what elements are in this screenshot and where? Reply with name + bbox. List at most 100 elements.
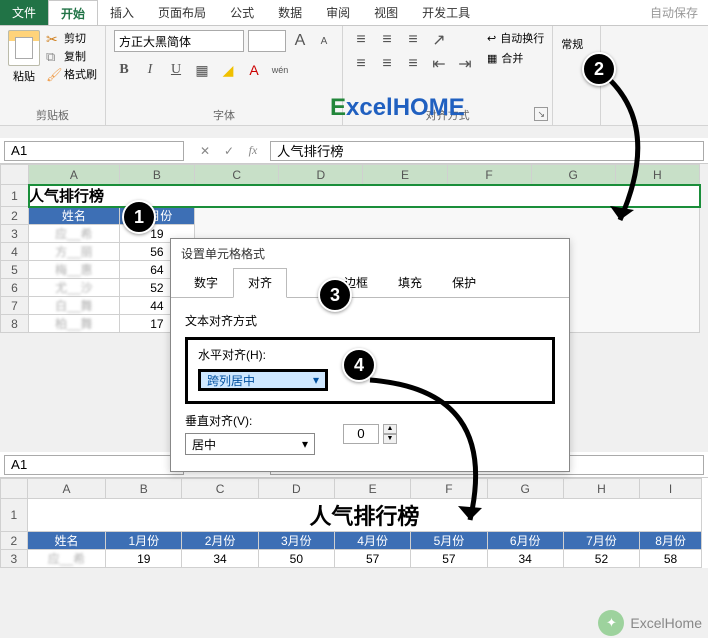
bold-button[interactable]: B: [114, 60, 134, 80]
col2-d[interactable]: D: [258, 479, 334, 499]
tab-file[interactable]: 文件: [0, 0, 48, 25]
col2-g[interactable]: G: [487, 479, 563, 499]
r3c3[interactable]: 50: [258, 550, 334, 568]
cell-a5[interactable]: 梅__惠: [29, 261, 120, 279]
tab-number[interactable]: 数字: [179, 268, 233, 297]
cell-a8[interactable]: 柏__舞: [29, 315, 120, 333]
row-header-3[interactable]: 3: [1, 225, 29, 243]
alignment-dialog-launcher[interactable]: ↘: [534, 107, 548, 121]
phonetic-button[interactable]: wén: [270, 60, 290, 80]
r3c7[interactable]: 52: [563, 550, 639, 568]
align-center-icon[interactable]: ≡: [377, 54, 397, 74]
row2-3[interactable]: 3: [1, 550, 28, 568]
indent-input[interactable]: [343, 424, 379, 444]
col-header-d[interactable]: D: [279, 165, 363, 185]
tab-page-layout[interactable]: 页面布局: [146, 0, 218, 25]
cell-a2[interactable]: 姓名: [29, 207, 120, 225]
tab-data[interactable]: 数据: [266, 0, 314, 25]
r3c0[interactable]: 应__希: [27, 550, 105, 568]
r2h8[interactable]: 8月份: [640, 532, 702, 550]
row2-2[interactable]: 2: [1, 532, 28, 550]
cell-a4[interactable]: 方__丽: [29, 243, 120, 261]
orientation-icon[interactable]: ↗: [429, 30, 449, 50]
col2-i[interactable]: I: [640, 479, 702, 499]
col-header-b[interactable]: B: [119, 165, 195, 185]
r3c4[interactable]: 57: [334, 550, 410, 568]
wrap-text-button[interactable]: ↩自动换行: [487, 30, 544, 46]
r2h5[interactable]: 5月份: [411, 532, 487, 550]
tab-view[interactable]: 视图: [362, 0, 410, 25]
format-painter-button[interactable]: 🖌格式刷: [46, 66, 97, 82]
r3c6[interactable]: 34: [487, 550, 563, 568]
confirm-edit-icon[interactable]: ✓: [218, 141, 240, 161]
italic-button[interactable]: I: [140, 60, 160, 80]
row-header-5[interactable]: 5: [1, 261, 29, 279]
font-color-button[interactable]: A: [244, 60, 264, 80]
r2h2[interactable]: 2月份: [182, 532, 258, 550]
cell-a7[interactable]: 白__舞: [29, 297, 120, 315]
tab-developer[interactable]: 开发工具: [410, 0, 482, 25]
merge-button[interactable]: ▦合并: [487, 50, 544, 66]
vertical-align-select[interactable]: 居中 ▾: [185, 433, 315, 455]
tab-protect[interactable]: 保护: [437, 268, 491, 297]
col2-e[interactable]: E: [334, 479, 410, 499]
underline-button[interactable]: U: [166, 60, 186, 80]
tab-align[interactable]: 对齐: [233, 268, 287, 298]
select-all-corner[interactable]: [1, 165, 29, 185]
col-header-e[interactable]: E: [363, 165, 447, 185]
col2-h[interactable]: H: [563, 479, 639, 499]
paste-button[interactable]: 粘贴: [8, 30, 40, 84]
tab-fill[interactable]: 填充: [383, 268, 437, 297]
col-header-c[interactable]: C: [195, 165, 279, 185]
col-header-f[interactable]: F: [447, 165, 531, 185]
row-header-4[interactable]: 4: [1, 243, 29, 261]
col2-b[interactable]: B: [106, 479, 182, 499]
increase-font-icon[interactable]: A: [290, 31, 310, 51]
r2h0[interactable]: 姓名: [27, 532, 105, 550]
r3c1[interactable]: 19: [106, 550, 182, 568]
r2h7[interactable]: 7月份: [563, 532, 639, 550]
name-box[interactable]: [4, 141, 184, 161]
r2h3[interactable]: 3月份: [258, 532, 334, 550]
row-header-8[interactable]: 8: [1, 315, 29, 333]
col2-a[interactable]: A: [27, 479, 105, 499]
border-button[interactable]: ▦: [192, 60, 212, 80]
select-all-corner-2[interactable]: [1, 479, 28, 499]
row-header-6[interactable]: 6: [1, 279, 29, 297]
row-header-2[interactable]: 2: [1, 207, 29, 225]
col2-c[interactable]: C: [182, 479, 258, 499]
spin-down-icon[interactable]: ▼: [383, 434, 397, 444]
r2h6[interactable]: 6月份: [487, 532, 563, 550]
cell-a6[interactable]: 尤__沙: [29, 279, 120, 297]
col-header-g[interactable]: G: [531, 165, 615, 185]
row-header-1[interactable]: 1: [1, 185, 29, 207]
r2h1[interactable]: 1月份: [106, 532, 182, 550]
tab-review[interactable]: 审阅: [314, 0, 362, 25]
formula-input[interactable]: [270, 141, 704, 161]
align-middle-icon[interactable]: ≡: [377, 30, 397, 50]
name-box-2[interactable]: [4, 455, 184, 475]
align-left-icon[interactable]: ≡: [351, 54, 371, 74]
align-bottom-icon[interactable]: ≡: [403, 30, 423, 50]
r3c5[interactable]: 57: [411, 550, 487, 568]
indent-inc-icon[interactable]: ⇥: [455, 54, 475, 74]
row-header-7[interactable]: 7: [1, 297, 29, 315]
r3c8[interactable]: 58: [640, 550, 702, 568]
decrease-font-icon[interactable]: A: [314, 31, 334, 51]
spin-up-icon[interactable]: ▲: [383, 424, 397, 434]
row2-1[interactable]: 1: [1, 499, 28, 532]
tab-insert[interactable]: 插入: [98, 0, 146, 25]
tab-home[interactable]: 开始: [48, 0, 98, 25]
font-name-select[interactable]: [114, 30, 244, 52]
col-header-a[interactable]: A: [29, 165, 120, 185]
indent-spinner[interactable]: ▲▼: [343, 424, 397, 444]
align-top-icon[interactable]: ≡: [351, 30, 371, 50]
worksheet-grid-2[interactable]: A B C D E F G H I 1 人气排行榜 2 姓名 1月份 2月份 3…: [0, 478, 702, 568]
col-header-h[interactable]: H: [615, 165, 699, 185]
font-size-select[interactable]: [248, 30, 286, 52]
merged-title-cell[interactable]: 人气排行榜: [27, 499, 701, 532]
copy-button[interactable]: ⧉复制: [46, 48, 97, 64]
align-right-icon[interactable]: ≡: [403, 54, 423, 74]
col2-f[interactable]: F: [411, 479, 487, 499]
r3c2[interactable]: 34: [182, 550, 258, 568]
